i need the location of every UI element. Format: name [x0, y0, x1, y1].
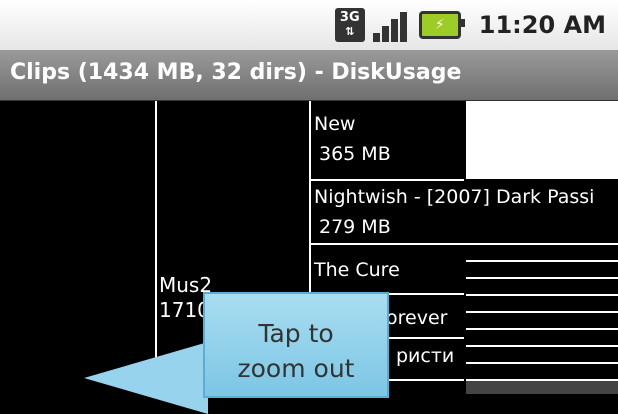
- title-bar: Clips (1434 MB, 32 dirs) - DiskUsage: [0, 50, 618, 101]
- signal-strength-icon: [372, 8, 409, 42]
- window-title: Clips (1434 MB, 32 dirs) - DiskUsage: [10, 60, 462, 85]
- entry-name: ристи: [396, 345, 455, 367]
- clock: 11:20 AM: [478, 11, 606, 39]
- misc-block: [466, 381, 618, 394]
- data-arrows-icon: ⇅: [345, 25, 355, 38]
- entry-size: 279 MB: [319, 216, 391, 238]
- treemap-entry[interactable]: The Cure: [311, 245, 464, 295]
- hint-text: Tap to zoom out: [205, 316, 387, 386]
- zoom-out-hint: Tap to zoom out: [203, 292, 389, 398]
- charging-bolt-icon: ⚡: [434, 17, 445, 33]
- hint-line-1: Tap to: [258, 319, 334, 348]
- network-label: 3G: [339, 10, 360, 25]
- entry-size: 365 MB: [319, 143, 391, 165]
- entry-name: orever: [386, 307, 448, 329]
- entry-name: The Cure: [314, 259, 400, 281]
- entry-name: Nightwish - [2007] Dark Passi: [314, 186, 595, 208]
- treemap-entry[interactable]: Nightwish - [2007] Dark Passi 279 MB: [311, 181, 618, 245]
- free-space-block: [466, 101, 618, 179]
- entry-name: New: [314, 113, 356, 135]
- status-icons: 3G ⇅ ⚡ 11:20 AM: [334, 6, 606, 44]
- treemap-entry[interactable]: New 365 MB: [311, 101, 464, 181]
- small-files-block[interactable]: [466, 245, 618, 381]
- network-3g-icon: 3G ⇅: [334, 8, 365, 42]
- battery-icon: ⚡: [418, 11, 465, 39]
- hint-arrow-left-icon: [84, 342, 208, 414]
- hint-line-2: zoom out: [237, 354, 355, 383]
- status-bar: 3G ⇅ ⚡ 11:20 AM: [0, 0, 618, 50]
